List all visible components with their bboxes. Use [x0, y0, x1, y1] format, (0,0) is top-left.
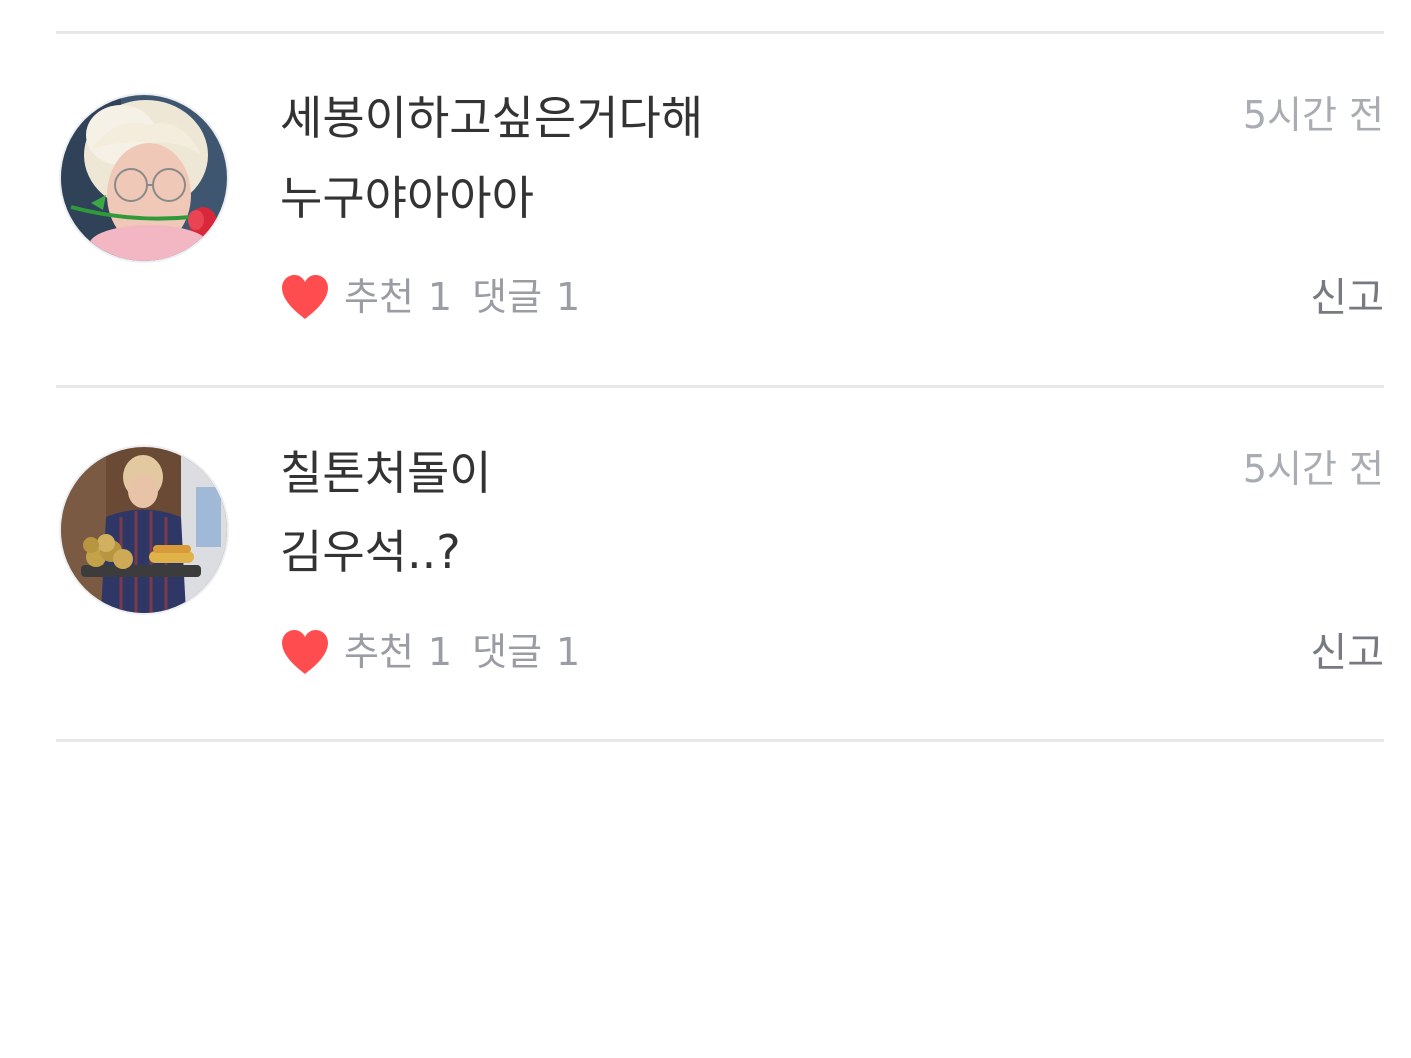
reply-count: 1 — [556, 275, 581, 319]
report-button[interactable]: 신고 — [1310, 630, 1384, 676]
comment-item: 세봉이하고싶은거다해 5시간 전 누구야아아아 추천 1 댓글 1 신고 — [0, 35, 1411, 385]
heart-icon[interactable] — [280, 629, 330, 675]
comment-text: 김우석..? — [280, 525, 461, 579]
timestamp: 5시간 전 — [1242, 447, 1384, 491]
comment-text: 누구야아아아 — [280, 171, 534, 225]
username[interactable]: 칠톤처돌이 — [280, 446, 492, 500]
reply-label[interactable]: 댓글 — [472, 630, 542, 674]
username[interactable]: 세봉이하고싶은거다해 — [280, 91, 703, 145]
avatar-photo-icon — [61, 447, 227, 613]
divider-top — [56, 31, 1384, 34]
like-count: 1 — [427, 275, 453, 319]
like-label: 추천 — [344, 630, 414, 674]
divider — [56, 385, 1384, 388]
avatar-photo-icon — [61, 95, 227, 261]
report-button[interactable]: 신고 — [1310, 275, 1384, 321]
reply-count: 1 — [556, 630, 581, 674]
avatar[interactable] — [59, 445, 229, 615]
avatar[interactable] — [59, 93, 229, 263]
reply-label[interactable]: 댓글 — [472, 275, 542, 319]
like-label: 추천 — [344, 275, 414, 319]
timestamp: 5시간 전 — [1242, 93, 1384, 137]
comment-item: 칠톤처돌이 5시간 전 김우석..? 추천 1 댓글 1 신고 — [0, 389, 1411, 739]
like-count: 1 — [427, 630, 453, 674]
comment-actions: 추천 1 댓글 1 — [280, 627, 580, 677]
heart-icon[interactable] — [280, 274, 330, 320]
comment-actions: 추천 1 댓글 1 — [280, 272, 580, 322]
divider — [56, 739, 1384, 742]
